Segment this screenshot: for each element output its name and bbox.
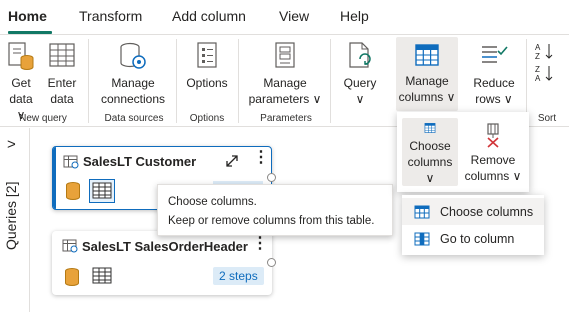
go-to-column-icon <box>414 232 430 245</box>
query-table-icon <box>62 239 78 253</box>
svg-text:Z: Z <box>535 52 540 61</box>
enter-data-button[interactable]: Enter data <box>44 41 80 107</box>
reduce-rows-button[interactable]: Reduce rows ∨ <box>466 41 522 107</box>
options-icon <box>197 42 217 68</box>
table-icon <box>49 43 75 67</box>
remove-columns-icon <box>487 123 499 148</box>
group-separator <box>176 39 177 123</box>
manage-parameters-button[interactable]: Manage parameters ∨ <box>246 41 324 107</box>
group-label-sort: Sort <box>537 113 557 124</box>
queries-pane-label[interactable]: Queries [2] <box>3 182 19 250</box>
query-table-icon <box>63 155 79 169</box>
connector-dot[interactable] <box>267 258 276 267</box>
sort-ascending-button[interactable]: A Z <box>534 41 558 64</box>
steps-badge[interactable]: 2 steps <box>213 267 264 285</box>
tooltip-title: Choose columns. <box>168 196 257 208</box>
table-icon <box>92 182 112 199</box>
connector-dot[interactable] <box>267 173 276 182</box>
group-label-new-query: New query <box>19 113 67 124</box>
database-icon <box>66 182 80 200</box>
query-card-saleslt-salesorderheader[interactable]: SalesLT SalesOrderHeader ⋮ 2 steps <box>52 231 272 295</box>
sort-descending-icon: Z A <box>535 65 553 83</box>
choose-columns-icon <box>424 123 436 133</box>
choose-columns-tooltip: Choose columns. Keep or remove columns f… <box>157 184 393 236</box>
group-separator <box>526 39 527 123</box>
table-view-toggle[interactable] <box>89 179 115 203</box>
query-button[interactable]: Query ∨ <box>338 41 382 107</box>
tab-add-column[interactable]: Add column <box>172 8 246 24</box>
group-label-options: Options <box>189 113 225 124</box>
query-card-title: SalesLT Customer <box>83 154 197 169</box>
options-button[interactable]: Options <box>182 41 232 91</box>
svg-text:A: A <box>535 74 541 83</box>
tab-home[interactable]: Home <box>8 8 47 24</box>
choose-columns-menu: Choose columns Go to column <box>402 195 544 255</box>
expand-icon[interactable] <box>225 154 239 168</box>
database-gear-icon <box>120 42 146 69</box>
card-accent <box>53 147 56 209</box>
manage-columns-button[interactable]: Manage columns ∨ <box>396 37 458 111</box>
more-options-icon[interactable]: ⋮ <box>253 150 269 166</box>
query-card-title: SalesLT SalesOrderHeader <box>82 239 248 254</box>
expand-queries-chevron-icon[interactable]: > <box>7 136 16 153</box>
choose-columns-button[interactable]: Choose columns ∨ <box>402 118 458 186</box>
tab-help[interactable]: Help <box>340 8 369 24</box>
reduce-rows-icon <box>482 46 508 63</box>
table-icon[interactable] <box>92 267 112 285</box>
database-icon <box>65 268 79 286</box>
group-separator <box>238 39 239 123</box>
tab-transform[interactable]: Transform <box>79 8 142 24</box>
manage-columns-flyout: Choose columns ∨ Remove columns ∨ <box>397 112 529 192</box>
remove-columns-button[interactable]: Remove columns ∨ <box>463 118 523 184</box>
tooltip-description: Keep or remove columns from this table. <box>168 215 375 227</box>
tab-view[interactable]: View <box>279 8 309 24</box>
sort-ascending-icon: A Z <box>535 43 553 61</box>
get-data-button[interactable]: Get data ∨ <box>4 41 38 123</box>
more-options-icon[interactable]: ⋮ <box>252 236 268 252</box>
sort-descending-button[interactable]: Z A <box>534 63 558 86</box>
columns-icon <box>414 205 430 218</box>
svg-text:A: A <box>535 43 541 52</box>
query-refresh-icon <box>349 42 371 68</box>
group-label-data-sources: Data sources <box>104 113 164 124</box>
group-label-parameters: Parameters <box>260 113 312 124</box>
manage-connections-button[interactable]: Manage connections <box>98 41 168 107</box>
columns-icon <box>415 44 439 66</box>
get-data-icon <box>8 42 34 70</box>
group-separator <box>88 39 89 123</box>
group-separator <box>330 39 331 123</box>
svg-text:Z: Z <box>535 65 540 74</box>
parameters-icon <box>275 42 295 68</box>
menu-item-go-to-column[interactable]: Go to column <box>402 225 544 252</box>
menu-item-choose-columns[interactable]: Choose columns <box>402 198 544 225</box>
